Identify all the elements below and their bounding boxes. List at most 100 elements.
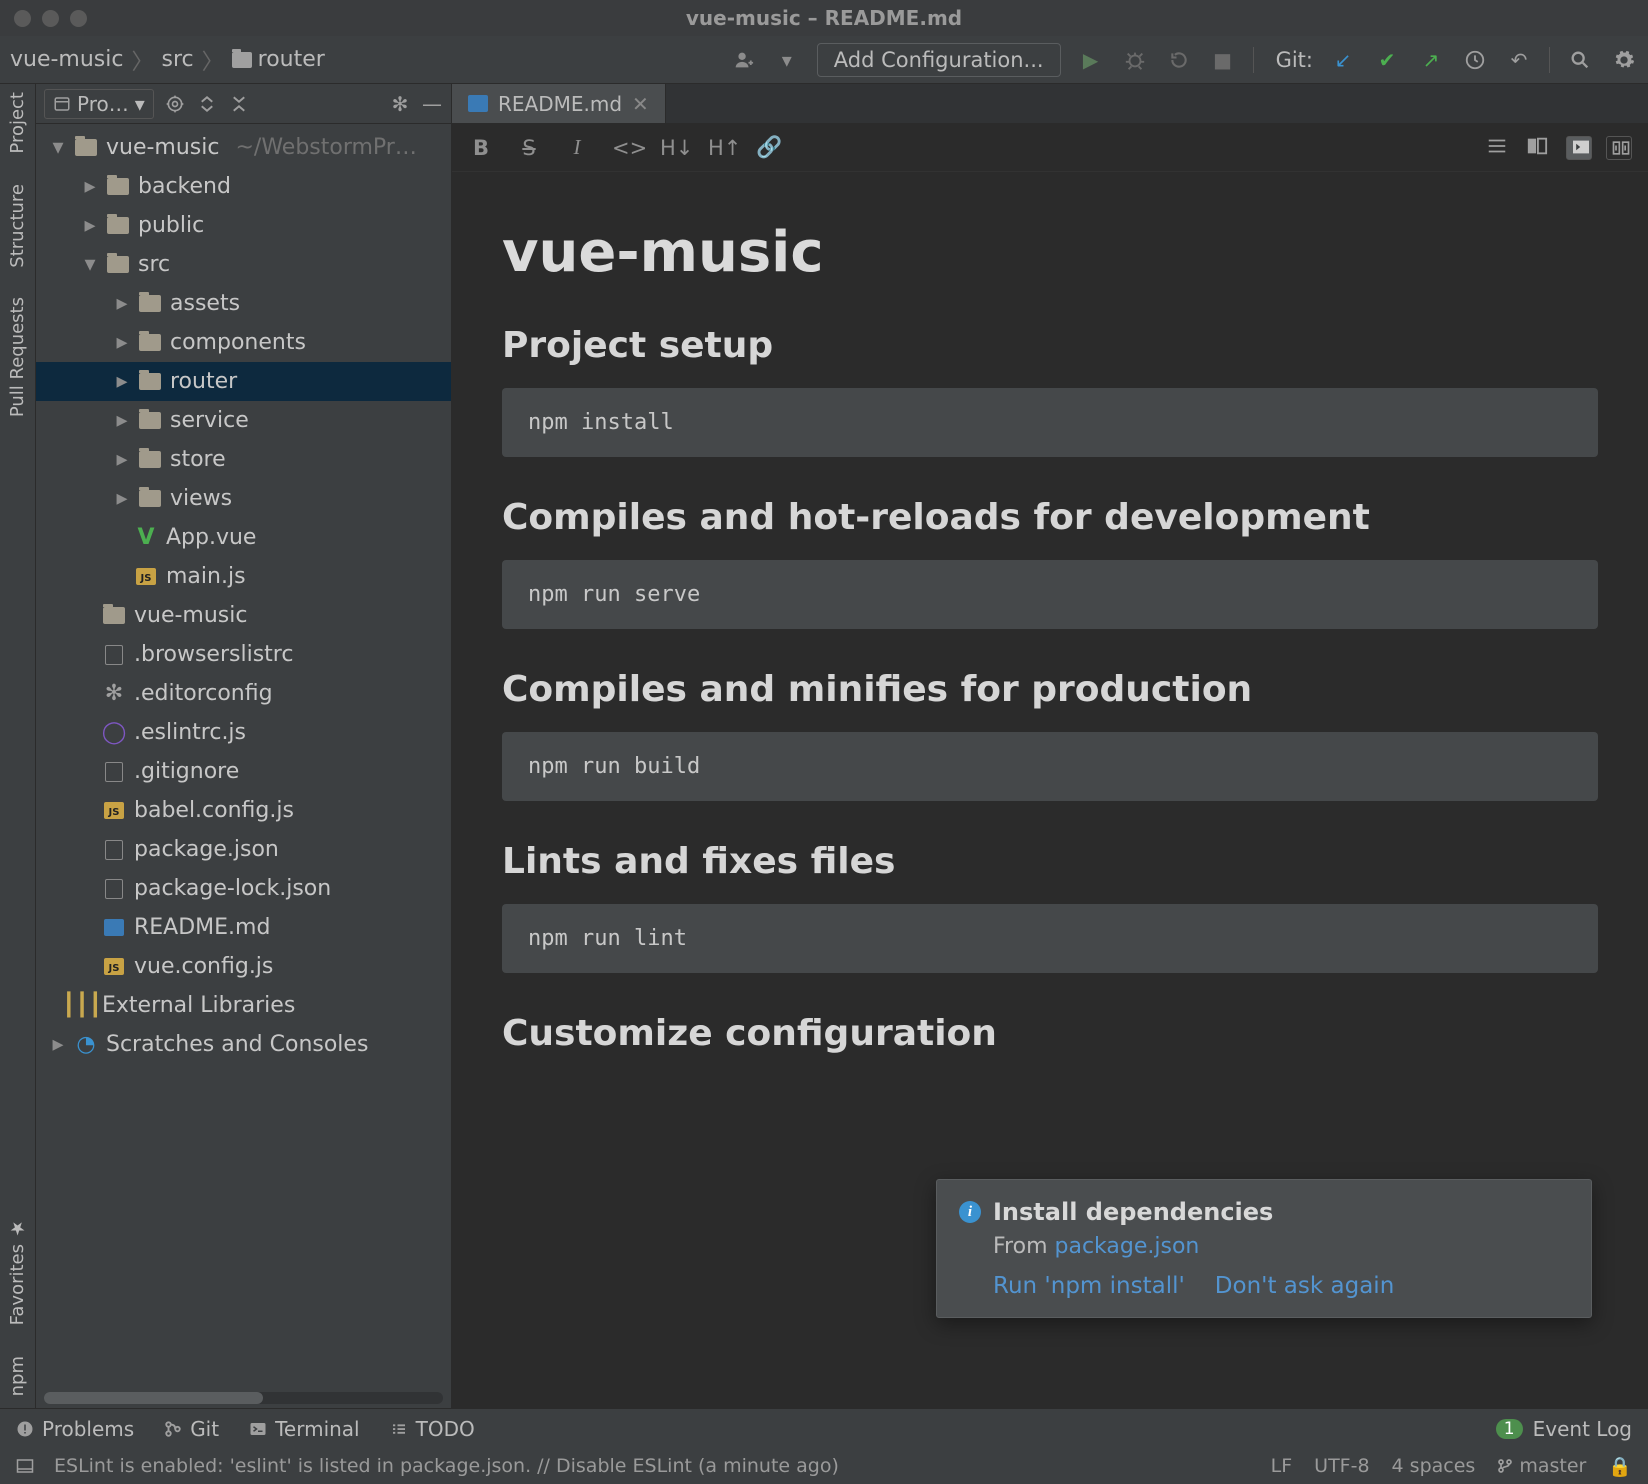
tree-node[interactable]: package.json [36,830,451,869]
expand-arrow-icon[interactable]: ▾ [82,252,98,277]
undo-icon[interactable]: ↶ [1505,46,1533,74]
expand-all-icon[interactable] [196,93,218,115]
strikethrough-icon[interactable]: S [516,136,542,160]
link-icon[interactable]: 🔗 [756,135,782,160]
target-icon[interactable] [164,93,186,115]
tree-node[interactable]: ┃┃┃External Libraries [36,986,451,1025]
tree-node[interactable]: VApp.vue [36,518,451,557]
tree-node[interactable]: README.md [36,908,451,947]
bold-icon[interactable]: B [468,136,494,160]
tree-node[interactable]: .gitignore [36,752,451,791]
project-tool-button[interactable]: Project [7,92,28,154]
tree-node[interactable]: ▾vue-music~/WebstormPr… [36,128,451,167]
git-branch-indicator[interactable]: master [1497,1455,1586,1477]
lock-icon[interactable]: 🔒 [1608,1455,1632,1478]
expand-arrow-icon[interactable]: ▸ [114,408,130,433]
user-icon[interactable] [729,46,757,74]
git-pull-icon[interactable]: ↙ [1329,46,1357,74]
editor-tab[interactable]: README.md ✕ [452,84,666,123]
preview-only-icon[interactable] [1566,136,1592,160]
tree-node[interactable]: ✻.editorconfig [36,674,451,713]
expand-arrow-icon[interactable]: ▸ [82,213,98,238]
tree-node[interactable]: ▸components [36,323,451,362]
tree-node[interactable]: ▸store [36,440,451,479]
dont-ask-again-link[interactable]: Don't ask again [1215,1273,1394,1299]
git-tool-button[interactable]: Git [164,1417,219,1441]
minimize-panel-icon[interactable]: — [421,93,443,115]
tree-node-label: assets [170,291,240,316]
history-icon[interactable] [1461,46,1489,74]
code-icon[interactable]: <> [612,136,638,160]
titlebar: vue-music – README.md [0,0,1648,36]
structure-tool-button[interactable]: Structure [7,184,28,268]
line-ending-indicator[interactable]: LF [1271,1455,1293,1477]
package-json-link[interactable]: package.json [1055,1234,1200,1259]
breadcrumb-item[interactable]: vue-music [10,47,123,72]
close-tab-icon[interactable]: ✕ [632,92,649,116]
gear-icon[interactable]: ✻ [389,93,411,115]
pull-requests-tool-button[interactable]: Pull Requests [7,297,28,417]
tree-node[interactable]: ▸router [36,362,451,401]
npm-tool-button[interactable]: npm [7,1356,28,1396]
breadcrumb-item[interactable]: src [162,47,194,72]
chevron-down-icon[interactable]: ▾ [773,46,801,74]
horizontal-scrollbar[interactable] [44,1392,443,1404]
tree-node[interactable]: ▸service [36,401,451,440]
folder-icon [139,373,161,390]
tree-node[interactable]: JSvue.config.js [36,947,451,986]
chevron-right-icon: 〉 [131,44,153,76]
expand-arrow-icon[interactable]: ▸ [114,369,130,394]
todo-tool-button[interactable]: TODO [390,1417,475,1441]
debug-icon[interactable] [1121,46,1149,74]
italic-icon[interactable]: I [564,135,590,160]
expand-arrow-icon[interactable]: ▸ [114,447,130,472]
tree-node[interactable]: JSmain.js [36,557,451,596]
editor-only-icon[interactable] [1486,136,1512,160]
folder-icon [232,52,252,68]
terminal-tool-button[interactable]: Terminal [249,1417,360,1441]
event-log-tool-button[interactable]: Event Log [1533,1417,1632,1441]
problems-tool-button[interactable]: Problems [16,1417,134,1441]
git-commit-icon[interactable]: ✔ [1373,46,1401,74]
tree-node[interactable]: JSbabel.config.js [36,791,451,830]
stop-icon[interactable]: ■ [1209,46,1237,74]
tree-node-label: App.vue [166,525,256,550]
run-icon[interactable]: ▶ [1077,46,1105,74]
tree-node[interactable]: .browserslistrc [36,635,451,674]
expand-arrow-icon[interactable]: ▸ [114,291,130,316]
git-push-icon[interactable]: ↗ [1417,46,1445,74]
tree-node[interactable]: ▸backend [36,167,451,206]
indent-indicator[interactable]: 4 spaces [1392,1455,1476,1477]
status-message[interactable]: ESLint is enabled: 'eslint' is listed in… [54,1455,839,1477]
expand-arrow-icon[interactable]: ▾ [50,135,66,160]
gear-icon[interactable] [1610,46,1638,74]
tool-window-toggle-icon[interactable] [16,1458,34,1474]
search-icon[interactable] [1566,46,1594,74]
tree-node[interactable]: ◯.eslintrc.js [36,713,451,752]
collapse-all-icon[interactable] [228,93,250,115]
header-up-icon[interactable]: H↑ [708,136,734,160]
tree-node[interactable]: ▸◔Scratches and Consoles [36,1025,451,1064]
tree-node[interactable]: ▸ assets [36,284,451,323]
tree-node[interactable]: package-lock.json [36,869,451,908]
split-view-icon[interactable] [1526,136,1552,160]
tree-node[interactable]: ▸public [36,206,451,245]
scroll-sync-icon[interactable] [1606,136,1632,160]
favorites-tool-button[interactable]: Favorites★ [7,1217,28,1325]
editor-area: README.md ✕ B S I <> H↓ H↑ 🔗 vue-music P… [452,84,1648,1408]
tree-node[interactable]: ▾src [36,245,451,284]
header-down-icon[interactable]: H↓ [660,136,686,160]
expand-arrow-icon[interactable]: ▸ [114,330,130,355]
run-npm-install-link[interactable]: Run 'npm install' [993,1273,1185,1299]
tree-node[interactable]: vue-music [36,596,451,635]
add-configuration-button[interactable]: Add Configuration... [817,43,1061,77]
project-view-selector[interactable]: Pro…▾ [44,89,154,119]
encoding-indicator[interactable]: UTF-8 [1314,1455,1369,1477]
expand-arrow-icon[interactable]: ▸ [82,174,98,199]
tree-node[interactable]: ▸views [36,479,451,518]
project-tree[interactable]: ▾vue-music~/WebstormPr…▸backend▸public▾s… [36,124,451,1388]
expand-arrow-icon[interactable]: ▸ [114,486,130,511]
breadcrumb-item[interactable]: router [232,47,325,72]
expand-arrow-icon[interactable]: ▸ [50,1032,66,1057]
rerun-icon[interactable] [1165,46,1193,74]
